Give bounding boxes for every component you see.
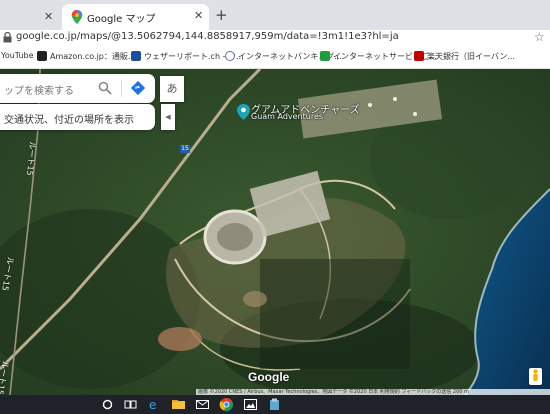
weather-icon: [131, 51, 141, 61]
file-explorer-icon[interactable]: [171, 397, 186, 412]
browser-window: ✕ Google マップ ✕ + google.co.jp/maps/@13.5…: [0, 0, 550, 414]
task-view-icon[interactable]: [123, 397, 138, 412]
search-icon[interactable]: [100, 397, 115, 412]
svg-text:e: e: [149, 398, 156, 412]
bookmark-amazon[interactable]: Amazon.co.jp：通販...: [50, 51, 136, 62]
edge-icon[interactable]: e: [147, 397, 162, 412]
tab-strip: ✕ Google マップ ✕ +: [0, 0, 550, 30]
bookmarks-bar: YouTube Amazon.co.jp：通販... ウェザーリポート.ch -…: [0, 45, 550, 69]
google-maps-icon: [71, 10, 83, 24]
rakuten-icon: [414, 51, 424, 61]
bookmark-rakuten[interactable]: 楽天銀行（旧イーバン...: [427, 51, 515, 62]
bookmark-star-icon[interactable]: ☆: [534, 30, 545, 44]
collapse-panel-button[interactable]: ◀: [161, 104, 175, 130]
map-search-box[interactable]: ップを検索する: [0, 74, 155, 103]
ime-toggle-button[interactable]: あ: [160, 76, 184, 102]
place-pin-icon[interactable]: [237, 104, 250, 120]
nearby-suggestion[interactable]: 交通状況、付近の場所を表示: [0, 104, 155, 130]
mail-icon[interactable]: [195, 397, 210, 412]
bank-icon: [225, 51, 235, 61]
close-tab-icon[interactable]: ✕: [44, 10, 53, 23]
tab-title: Google マップ: [87, 14, 156, 25]
chrome-icon[interactable]: [219, 397, 234, 412]
windows-taskbar: e: [0, 395, 550, 414]
search-input[interactable]: ップを検索する: [4, 82, 74, 97]
url-text: google.co.jp/maps/@13.5062794,144.885891…: [16, 31, 399, 42]
street-view-pegman-icon[interactable]: [529, 368, 542, 385]
bookmark-youtube[interactable]: YouTube: [1, 51, 34, 60]
new-tab-button[interactable]: +: [215, 6, 228, 24]
tab-google-maps[interactable]: Google マップ ✕: [62, 4, 209, 30]
lock-icon: [3, 32, 12, 43]
amazon-icon: [37, 51, 47, 61]
google-logo: Google: [248, 370, 290, 384]
photos-icon[interactable]: [243, 397, 258, 412]
tab-previous[interactable]: ✕: [0, 4, 60, 30]
search-icon[interactable]: [98, 81, 112, 95]
directions-icon[interactable]: [131, 81, 145, 95]
address-bar[interactable]: google.co.jp/maps/@13.5062794,144.885891…: [0, 30, 550, 45]
app-icon[interactable]: [267, 397, 282, 412]
close-tab-icon[interactable]: ✕: [194, 9, 203, 22]
suggestion-text: 交通状況、付近の場所を表示: [4, 115, 134, 126]
route-shield: 15: [180, 145, 190, 153]
divider: [121, 80, 122, 97]
person-icon: [533, 369, 538, 381]
place-name-english[interactable]: Guam Adventures: [251, 112, 323, 121]
rp-icon: [320, 51, 330, 61]
